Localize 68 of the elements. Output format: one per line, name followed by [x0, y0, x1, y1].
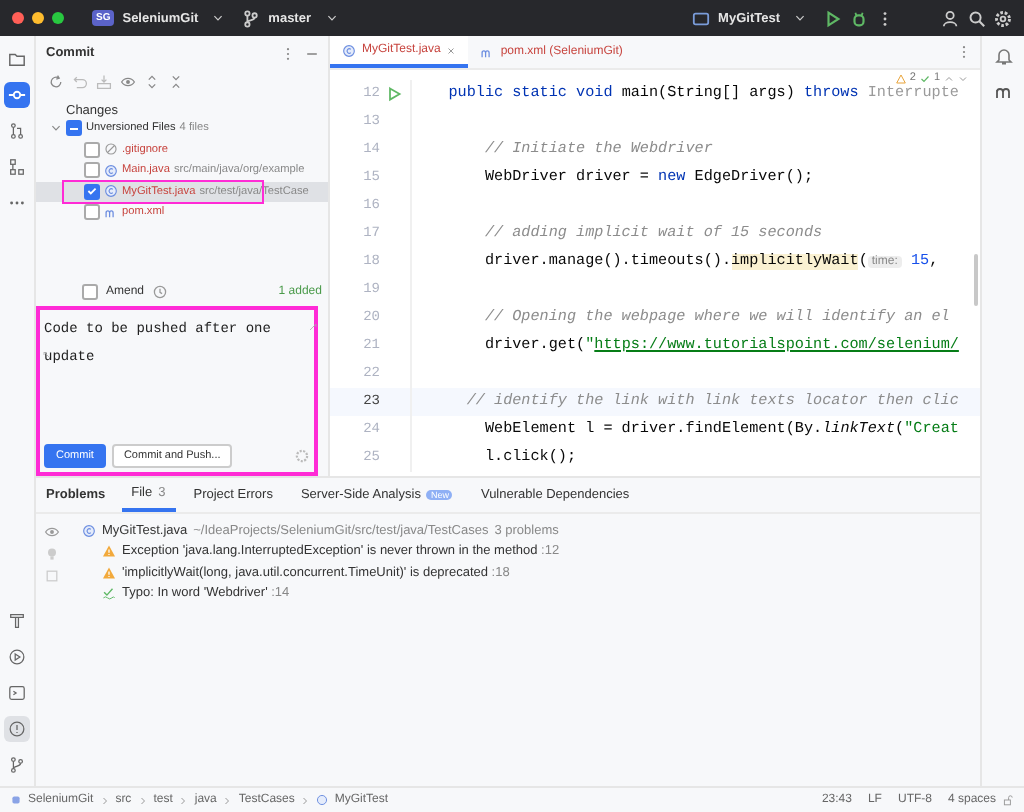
maven-icon[interactable] [993, 82, 1013, 102]
chevron-icon [222, 795, 233, 805]
checkbox[interactable] [84, 162, 100, 179]
lock-icon[interactable] [1002, 794, 1014, 806]
user-icon[interactable] [942, 9, 960, 27]
folder-icon [8, 50, 26, 68]
tool-window-button[interactable] [4, 154, 30, 180]
chevron-icon [99, 795, 110, 805]
warning-icon [102, 565, 116, 580]
tool-window-button[interactable] [4, 608, 30, 634]
soft-wrap-icon [308, 322, 318, 332]
chevron-icon[interactable] [50, 122, 62, 135]
soft-wrap-icon [42, 350, 52, 360]
close-icon[interactable] [12, 12, 24, 24]
dropdown-icon[interactable] [794, 12, 806, 24]
minimize-icon[interactable] [32, 12, 44, 24]
class-file-icon [104, 184, 118, 199]
typo-icon [102, 586, 116, 601]
settings-icon[interactable] [994, 9, 1012, 27]
notifications-icon[interactable] [993, 46, 1013, 66]
class-file-icon [104, 163, 118, 178]
eye-icon[interactable] [120, 74, 136, 90]
checkbox[interactable] [66, 120, 82, 137]
pull-icon [8, 122, 26, 140]
git-icon [8, 756, 26, 774]
close-icon[interactable] [446, 45, 457, 55]
checkbox[interactable] [82, 284, 98, 300]
chevron-icon [178, 795, 189, 805]
terminal-icon [8, 684, 26, 702]
class-file-icon [82, 523, 96, 538]
zoom-icon[interactable] [52, 12, 64, 24]
checkbox[interactable] [84, 183, 100, 200]
shelve-icon[interactable] [96, 74, 112, 90]
run-icon[interactable] [824, 9, 842, 27]
clock-icon[interactable] [152, 284, 169, 300]
class-file-icon [342, 43, 356, 57]
check-icon [919, 73, 930, 83]
tool-window-button[interactable] [4, 82, 30, 108]
branch-icon [242, 9, 261, 27]
debug-icon[interactable] [850, 9, 868, 27]
search-icon[interactable] [968, 9, 986, 27]
checkbox[interactable] [84, 204, 100, 221]
module-icon [10, 794, 22, 806]
maven-file-icon [480, 45, 495, 59]
class-icon [316, 794, 329, 806]
run-icon [8, 648, 26, 666]
chevron-icon [137, 795, 148, 805]
commit-icon [8, 86, 26, 104]
ignore-file-icon [104, 142, 118, 157]
tool-window-button[interactable] [4, 716, 30, 742]
eye-icon[interactable] [44, 524, 60, 540]
checkbox[interactable] [84, 141, 100, 158]
problems-icon [8, 720, 26, 738]
dropdown-icon[interactable] [212, 12, 225, 24]
expand-icon[interactable] [144, 74, 160, 90]
structure-icon [8, 158, 26, 176]
hammer-icon [8, 612, 26, 630]
tool-window-button[interactable] [4, 680, 30, 706]
collapse-icon[interactable] [168, 74, 184, 90]
tool-window-button[interactable] [4, 644, 30, 670]
warning-icon [102, 544, 116, 559]
window-icon [692, 9, 711, 27]
rollback-icon[interactable] [72, 74, 88, 90]
maven-file-icon [104, 205, 118, 220]
chevron-icon [300, 795, 311, 805]
dropdown-icon[interactable] [325, 12, 337, 24]
refresh-icon[interactable] [48, 74, 64, 90]
warning-icon [895, 73, 906, 83]
